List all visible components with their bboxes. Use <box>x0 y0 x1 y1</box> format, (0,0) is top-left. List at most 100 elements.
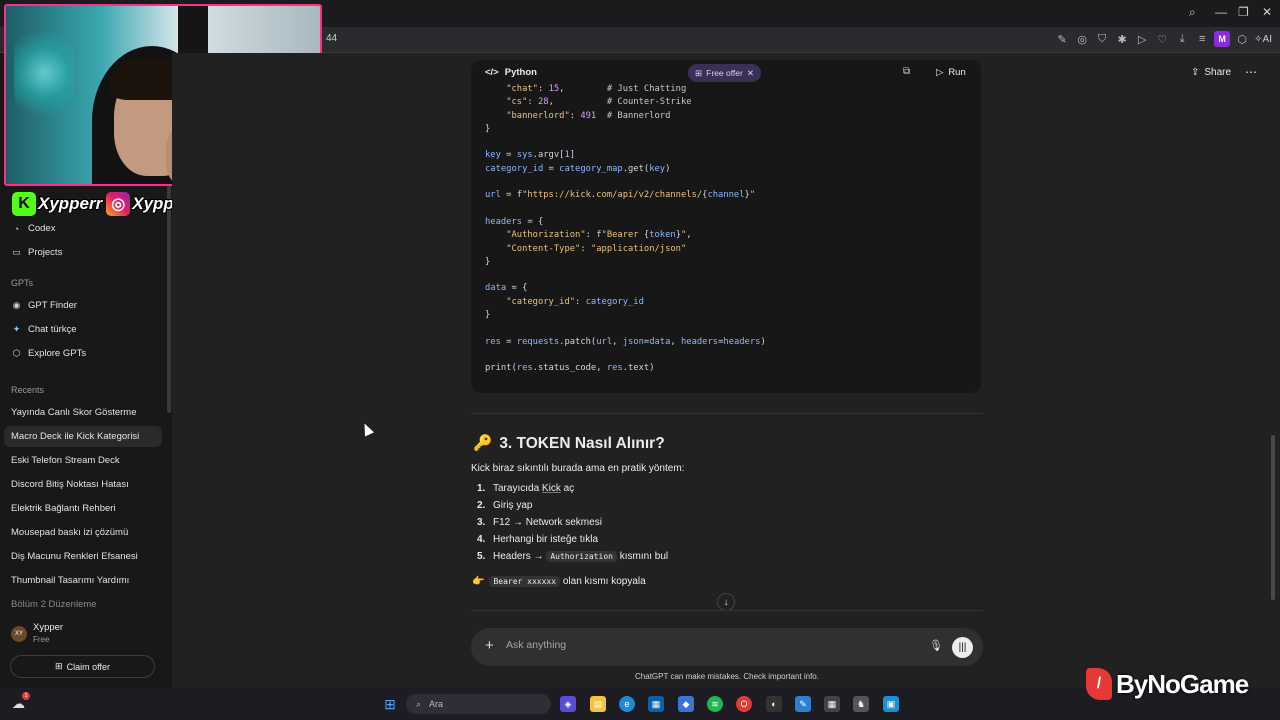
recent-chat[interactable]: Yayında Canlı Skor Gösterme <box>11 407 137 418</box>
composer: + 🎙 ||| <box>471 628 983 666</box>
disclaimer: ChatGPT can make mistakes. Check importa… <box>635 672 819 681</box>
shield-icon[interactable]: ⛉ <box>1094 31 1110 47</box>
recent-chat[interactable]: Bölüm 2 Düzenleme <box>11 599 97 610</box>
copy-icon[interactable]: ⧉ <box>903 66 910 77</box>
recent-chat[interactable]: Eski Telefon Stream Deck <box>11 455 120 466</box>
camera-icon[interactable]: ◎ <box>1074 31 1090 47</box>
obs-icon[interactable]: ◐ <box>766 696 782 712</box>
extension-icon[interactable]: ✱ <box>1114 31 1130 47</box>
opera-icon[interactable]: O <box>736 696 752 712</box>
kick-icon: K <box>12 192 36 216</box>
sidebar-item-gpt-finder[interactable]: ◉ GPT Finder <box>11 300 77 311</box>
folder-icon: ▭ <box>12 247 21 257</box>
sidebar-item-label: GPT Finder <box>28 300 77 311</box>
close-icon[interactable]: ✕ <box>1262 5 1272 19</box>
code-line: } <box>485 256 491 267</box>
kick-link[interactable]: Kick <box>542 483 561 494</box>
recent-chat[interactable]: Diş Macunu Renkleri Efsanesi <box>11 551 138 562</box>
user-name[interactable]: Xypper <box>33 622 63 633</box>
ai-button[interactable]: ✧AI <box>1254 34 1272 45</box>
search-icon: ⌕ <box>416 698 422 709</box>
microphone-icon[interactable]: 🎙 <box>929 639 943 652</box>
more-options-button[interactable]: ⋯ <box>1245 65 1257 79</box>
sidebar-item-explore-gpts[interactable]: ⬡ Explore GPTs <box>11 348 87 359</box>
list-number: 4. <box>477 534 486 545</box>
section-title: 🔑 3. TOKEN Nasıl Alınır? <box>473 434 665 453</box>
store-icon[interactable]: ▦ <box>648 696 664 712</box>
recent-chat[interactable]: Thumbnail Tasarımı Yardımı <box>11 575 129 586</box>
menu-icon[interactable]: ≡ <box>1194 31 1210 47</box>
main-scrollbar[interactable] <box>1271 435 1275 600</box>
app-icon[interactable]: ◆ <box>678 696 694 712</box>
list-text: F12 → Network sekmesi <box>493 517 602 528</box>
settings-icon[interactable]: ⬡ <box>1234 31 1250 47</box>
recent-chat[interactable]: Elektrik Bağlantı Rehberi <box>11 503 116 514</box>
code-line: key = sys.argv[1] <box>485 150 576 161</box>
sidebar-item-projects[interactable]: ▭ Projects <box>11 247 62 258</box>
windows-start-icon[interactable]: ⊞ <box>382 696 398 712</box>
code-content: "chat": 15, # Just Chatting "cs": 28, # … <box>485 83 766 376</box>
list-number: 2. <box>477 500 486 511</box>
run-label: Run <box>948 67 966 78</box>
code-line: res = requests.patch(url, json=data, hea… <box>485 336 766 347</box>
list-item: 1. Tarayıcıda Kick aç <box>477 483 574 494</box>
photos-icon[interactable]: ▣ <box>883 696 899 712</box>
claim-offer-button[interactable]: ⊞ Claim offer <box>10 655 155 678</box>
minimize-icon[interactable]: — <box>1215 5 1227 19</box>
recent-chat-active[interactable]: Macro Deck ile Kick Kategorisi <box>4 426 162 447</box>
app-icon[interactable]: ♞ <box>853 696 869 712</box>
app-icon[interactable]: ✎ <box>795 696 811 712</box>
key-icon: 🔑 <box>473 435 493 452</box>
heart-icon[interactable]: ♡ <box>1154 31 1170 47</box>
divider <box>471 413 983 414</box>
edit-icon[interactable]: ✎ <box>1054 31 1070 47</box>
pointing-hand-icon: 👉 <box>472 576 485 587</box>
calculator-icon[interactable]: ▦ <box>824 696 840 712</box>
tip-text: olan kısmı kopyala <box>560 576 646 587</box>
code-line: "Authorization": f"Bearer {token}", <box>506 230 692 241</box>
user-avatar[interactable]: XY <box>11 626 27 642</box>
recent-chat[interactable]: Mousepad baskı izi çözümü <box>11 527 128 538</box>
sidebar-item-codex[interactable]: ◔ Codex <box>11 223 56 234</box>
recents-heading: Recents <box>11 385 45 395</box>
widgets-icon[interactable]: ◈ <box>560 696 576 712</box>
recent-chat[interactable]: Discord Bitiş Noktası Hatası <box>11 479 129 490</box>
download-icon[interactable]: ⤓ <box>1174 31 1190 47</box>
notification-badge: 1 <box>22 692 30 700</box>
spotify-icon[interactable]: ≋ <box>707 696 723 712</box>
profile-avatar[interactable]: M <box>1214 31 1231 47</box>
address-fragment: 44 <box>326 33 338 44</box>
scroll-down-button[interactable]: ↓ <box>717 593 735 611</box>
search-icon[interactable]: ⌕ <box>1189 5 1196 20</box>
list-item: 2. Giriş yap <box>477 500 532 511</box>
edge-icon[interactable]: e <box>619 696 635 712</box>
bynogame-logo: / <box>1086 668 1112 700</box>
close-icon[interactable]: ✕ <box>747 68 754 79</box>
code-line: "bannerlord": 491 # Bannerlord <box>506 110 671 121</box>
list-text: Herhangi bir isteğe tıkla <box>493 534 599 545</box>
run-button[interactable]: ▷ Run <box>930 63 972 82</box>
code-line: print(res.status_code, res.text) <box>485 363 655 374</box>
sidebar-item-chat-turkce[interactable]: ✦ Chat türkçe <box>11 324 77 335</box>
code-icon: </> <box>485 67 499 78</box>
browser-toolbar: ✎ ◎ ⛉ ✱ ▷ ♡ ⤓ ≡ M ⬡ ✧AI <box>1054 31 1272 47</box>
code-line: url = f"https://kick.com/api/v2/channels… <box>485 190 756 201</box>
play-icon[interactable]: ▷ <box>1134 31 1150 47</box>
list-number: 3. <box>477 517 486 528</box>
list-text: kısmını bul <box>616 551 669 562</box>
voice-mode-button[interactable]: ||| <box>952 637 973 658</box>
explore-icon: ⬡ <box>12 348 21 358</box>
claim-offer-label: Claim offer <box>66 661 110 672</box>
ask-input[interactable] <box>506 639 906 651</box>
free-offer-badge[interactable]: ⊞ Free offer ✕ <box>688 64 761 82</box>
plus-icon[interactable]: + <box>485 637 494 654</box>
gift-icon: ⊞ <box>695 67 703 78</box>
restore-icon[interactable]: ❐ <box>1238 5 1249 19</box>
list-text: Headers → <box>493 551 547 562</box>
taskbar-search[interactable]: ⌕ Ara <box>406 694 551 714</box>
divider <box>471 610 983 611</box>
section-intro: Kick biraz sıkıntılı burada ama en prati… <box>471 463 685 474</box>
share-button[interactable]: ⇪ Share <box>1191 67 1231 78</box>
code-line: } <box>485 123 491 134</box>
file-explorer-icon[interactable]: ▤ <box>590 696 606 712</box>
